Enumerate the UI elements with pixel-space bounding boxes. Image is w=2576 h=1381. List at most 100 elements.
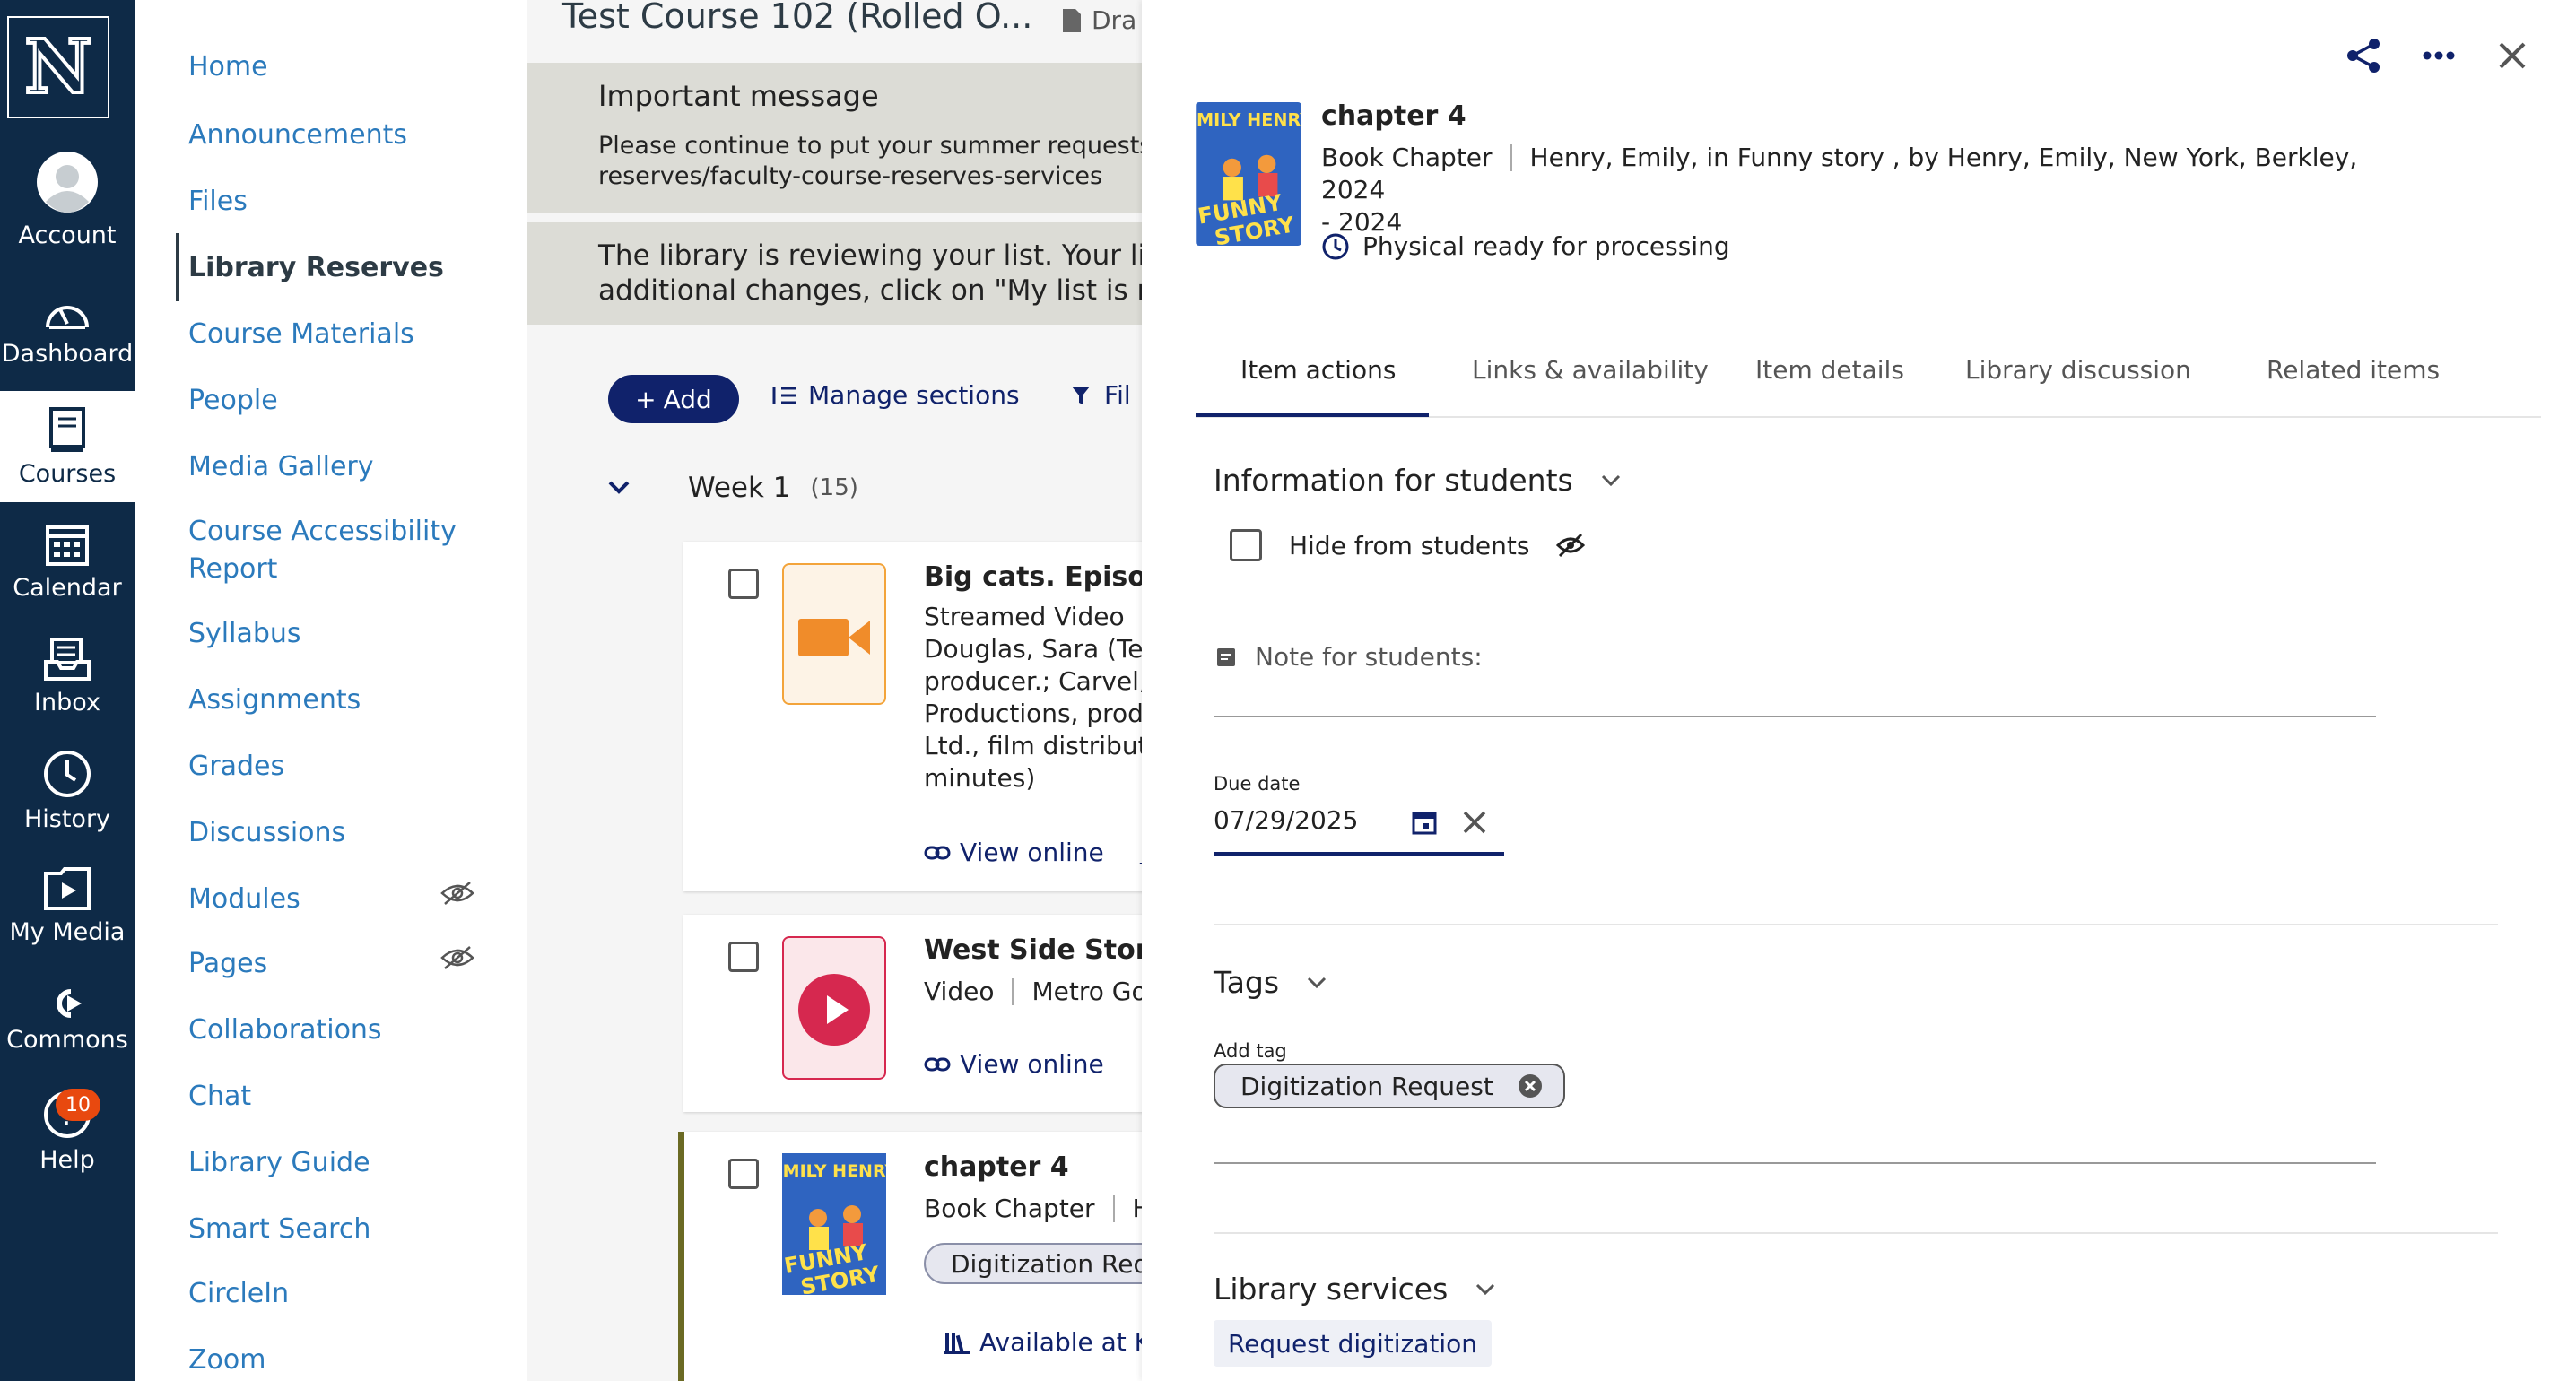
tab-item-details[interactable]: Item details (1755, 355, 1904, 385)
course-nav-files[interactable]: Files (188, 183, 248, 221)
nav-courses[interactable]: Courses (0, 391, 135, 502)
course-nav-zoom[interactable]: Zoom (188, 1342, 265, 1379)
tags-toggle[interactable]: Tags (1214, 965, 1327, 1000)
request-digitization-button[interactable]: Request digitization (1214, 1320, 1492, 1367)
nav-calendar[interactable]: Calendar (0, 506, 135, 617)
note-for-students-field[interactable]: Note for students: (1215, 642, 1483, 672)
nav-commons[interactable]: Commons (0, 965, 135, 1076)
manage-sections-button[interactable]: Manage sections (770, 380, 1020, 410)
list-item[interactable]: EMILY HENRY FUNNY STORY chapter 4 Book C… (678, 1132, 1142, 1381)
course-nav-assignments[interactable]: Assignments (188, 682, 361, 719)
course-nav-chat[interactable]: Chat (188, 1078, 251, 1116)
course-nav-pages[interactable]: Pages (188, 945, 267, 983)
course-nav-circlein[interactable]: CircleIn (188, 1275, 289, 1313)
tab-related-items[interactable]: Related items (2267, 355, 2440, 385)
due-date-underline (1214, 852, 1504, 856)
book-cover-image: EMILY HENRY FUNNY STORY (1196, 102, 1301, 246)
book-cover-icon: EMILY HENRY FUNNY STORY (771, 1153, 898, 1300)
view-online-link[interactable]: View online (924, 1049, 1104, 1079)
svg-text:EMILY HENRY: EMILY HENRY (782, 1161, 886, 1181)
course-title: Test Course 102 (Rolled O... (562, 0, 1033, 36)
video-thumbnail (782, 936, 886, 1080)
select-checkbox[interactable] (728, 942, 759, 972)
note-underline (1214, 716, 2376, 717)
select-checkbox[interactable] (728, 569, 759, 599)
share-button[interactable] (2344, 36, 2383, 75)
book-cover-icon: EMILY HENRY FUNNY STORY (1196, 102, 1301, 246)
chevron-down-icon (1601, 474, 1620, 486)
library-services-toggle[interactable]: Library services (1214, 1272, 1496, 1307)
video-camera-icon (798, 619, 870, 656)
nav-history[interactable]: History (0, 735, 135, 847)
plus-icon: + (635, 384, 657, 414)
hide-from-students[interactable]: Hide from students (1230, 529, 1586, 561)
book-cover-thumbnail: EMILY HENRY FUNNY STORY (771, 1153, 898, 1300)
course-nav-course-accessibility[interactable]: Course Accessibility (188, 513, 457, 551)
course-nav-course-materials[interactable]: Course Materials (188, 316, 414, 353)
important-message: Important message Please continue to put… (527, 63, 1142, 213)
nav-help[interactable]: ? 10 Help (0, 1076, 135, 1187)
availability-link[interactable]: Available at Kr (944, 1327, 1142, 1357)
tab-item-actions[interactable]: Item actions (1240, 355, 1396, 385)
nav-my-media[interactable]: My Media (0, 850, 135, 961)
courses-icon (49, 406, 85, 452)
link-icon (924, 1057, 951, 1071)
nav-inbox[interactable]: Inbox (0, 621, 135, 732)
tag-input-underline[interactable] (1214, 1162, 2376, 1164)
section-divider (1214, 924, 2498, 925)
course-nav-discussions[interactable]: Discussions (188, 814, 345, 852)
detail-tabs: Item actions Links & availability Item d… (1196, 341, 2541, 418)
course-nav-collaborations[interactable]: Collaborations (188, 1012, 382, 1049)
view-online-link[interactable]: View online M (924, 838, 1142, 867)
sort-list-icon (772, 386, 796, 404)
institution-logo[interactable]: N (7, 16, 109, 118)
calendar-icon (46, 525, 89, 566)
course-nav-announcements[interactable]: Announcements (188, 117, 407, 154)
item-status: Physical ready for processing (1321, 231, 1730, 261)
course-nav-course-accessibility-report[interactable]: Report (188, 551, 277, 588)
add-tag-label: Add tag (1214, 1040, 1287, 1062)
select-checkbox[interactable] (728, 1159, 759, 1189)
filter-icon (1072, 386, 1090, 404)
course-nav-media-gallery[interactable]: Media Gallery (188, 448, 373, 486)
course-nav-syllabus[interactable]: Syllabus (188, 615, 301, 653)
media-icon (44, 866, 91, 910)
list-item[interactable]: Big cats. Episode Streamed Video Douglas… (683, 542, 1142, 891)
add-button[interactable]: + Add (608, 375, 739, 423)
course-nav-people[interactable]: People (188, 382, 278, 420)
tag-chip: Digitization Request (1214, 1064, 1565, 1108)
item-detail-panel: EMILY HENRY FUNNY STORY chapter 4 Book C… (1142, 0, 2576, 1381)
course-nav-modules[interactable]: Modules (188, 881, 300, 918)
share-icon (2347, 39, 2380, 73)
course-nav-library-reserves[interactable]: Library Reserves (188, 249, 444, 287)
draft-status: Dra (1061, 5, 1136, 35)
nav-account[interactable]: Account (0, 143, 135, 255)
hide-checkbox[interactable] (1230, 529, 1262, 561)
dashboard-icon (46, 305, 89, 329)
info-for-students-toggle[interactable]: Information for students (1214, 463, 1622, 498)
list-item[interactable]: West Side Story VideoMetro Gol View onli… (683, 915, 1142, 1112)
course-nav-home[interactable]: Home (188, 48, 268, 86)
history-icon (44, 750, 91, 797)
hidden-eye-icon (440, 946, 474, 969)
chevron-down-icon (1476, 1283, 1495, 1295)
filter-button[interactable]: Fil (1070, 380, 1131, 410)
tab-library-discussion[interactable]: Library discussion (1965, 355, 2191, 385)
remove-tag-icon[interactable] (1517, 1073, 1544, 1099)
tab-links-availability[interactable]: Links & availability (1472, 355, 1709, 385)
course-nav-library-guide[interactable]: Library Guide (188, 1144, 370, 1182)
chevron-down-icon (608, 481, 630, 494)
due-date-input[interactable]: 07/29/2025 (1214, 805, 1358, 835)
chevron-down-icon (1308, 977, 1327, 988)
reserves-list: Test Course 102 (Rolled O... Dra Importa… (527, 0, 1142, 1381)
course-nav-smart-search[interactable]: Smart Search (188, 1211, 370, 1248)
clear-date-icon[interactable] (1461, 809, 1488, 836)
course-nav-grades[interactable]: Grades (188, 748, 284, 786)
nav-dashboard[interactable]: Dashboard (0, 274, 135, 386)
video-thumbnail (782, 563, 886, 705)
week-section-header[interactable]: Week 1 (15) (607, 472, 858, 504)
calendar-icon[interactable] (1411, 809, 1438, 836)
account-icon (37, 151, 98, 213)
more-options-button[interactable] (2419, 36, 2459, 75)
close-panel-button[interactable] (2493, 36, 2532, 75)
